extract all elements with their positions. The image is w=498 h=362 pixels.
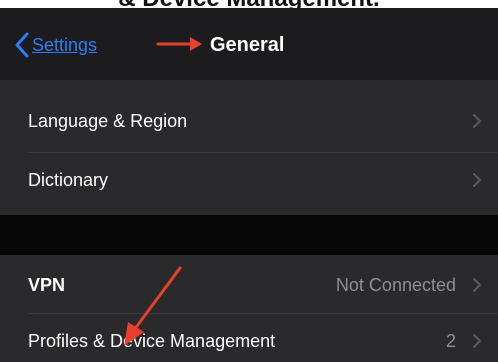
row-label: Dictionary (28, 170, 109, 190)
chevron-right-icon (473, 173, 481, 187)
navigation-bar: Settings General (0, 8, 498, 80)
section-gap (0, 215, 498, 255)
red-arrow-icon (156, 37, 202, 51)
settings-group-network: VPN Not Connected Profiles & Device Mana… (0, 255, 498, 362)
row-label: Language & Region (28, 111, 188, 131)
back-button[interactable]: Settings (14, 30, 97, 60)
back-button-label: Settings (32, 34, 98, 55)
chevron-right-icon (473, 278, 481, 292)
chevron-right-icon (473, 114, 481, 128)
row-value: Not Connected (335, 275, 456, 295)
row-value: 2 (445, 331, 456, 351)
row-dictionary[interactable]: Dictionary (0, 153, 498, 207)
page-title: General (210, 34, 285, 56)
row-profiles-device-management[interactable]: Profiles & Device Management 2 (0, 314, 498, 362)
row-label: VPN (28, 275, 66, 295)
row-language-region[interactable]: Language & Region (0, 94, 498, 148)
chevron-right-icon (473, 334, 481, 348)
red-arrow-icon (124, 266, 182, 346)
settings-screen: Settings General Language & Region Dicti… (0, 8, 498, 362)
row-vpn[interactable]: VPN Not Connected (0, 258, 498, 312)
settings-group-general: Language & Region Dictionary (0, 80, 498, 215)
chevron-left-icon (15, 32, 29, 58)
